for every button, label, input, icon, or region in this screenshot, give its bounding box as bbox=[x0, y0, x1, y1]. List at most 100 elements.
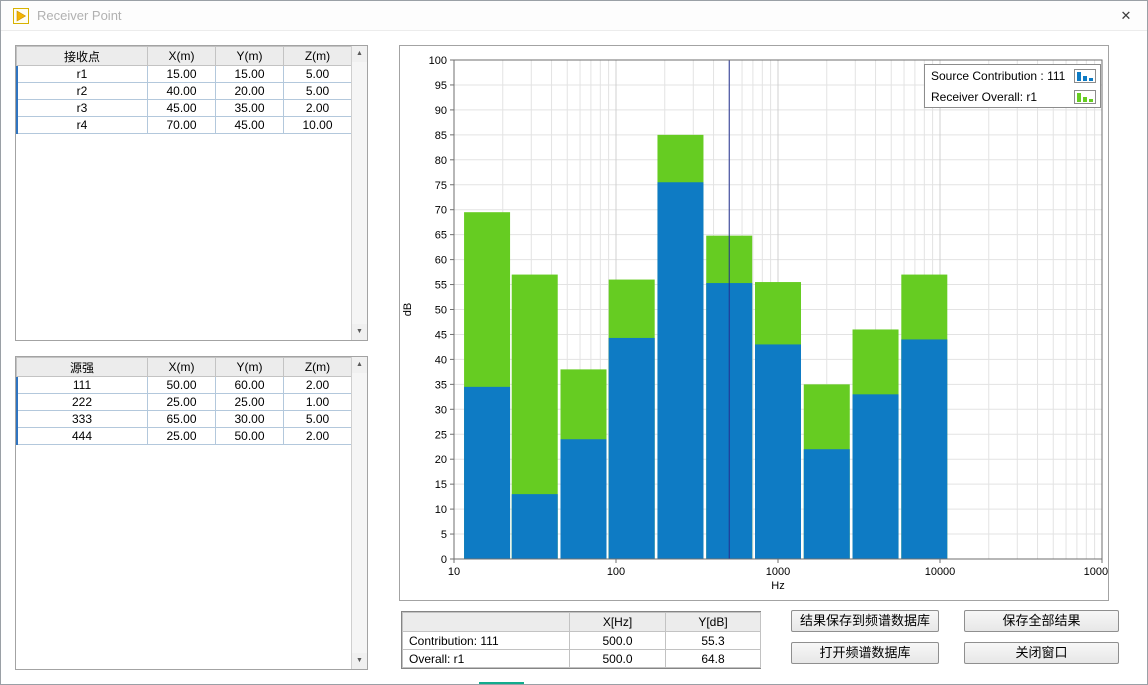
cell: Contribution: 111 bbox=[403, 632, 570, 650]
cell[interactable]: 2.00 bbox=[284, 428, 352, 445]
scrollbar-track[interactable] bbox=[352, 373, 367, 653]
cell[interactable]: 30.00 bbox=[216, 411, 284, 428]
spectrum-chart-plot[interactable]: 0510152025303540455055606570758085909510… bbox=[400, 46, 1108, 600]
cell[interactable]: 40.00 bbox=[148, 83, 216, 100]
scroll-up-icon[interactable]: ▲ bbox=[352, 357, 367, 373]
save-to-spectrum-db-button[interactable]: 结果保存到频谱数据库 bbox=[791, 610, 939, 632]
cell[interactable]: 25.00 bbox=[148, 428, 216, 445]
cell[interactable]: r2 bbox=[17, 83, 148, 100]
cell[interactable]: 20.00 bbox=[216, 83, 284, 100]
scroll-up-icon[interactable]: ▲ bbox=[352, 46, 367, 62]
scrollbar-track[interactable] bbox=[352, 62, 367, 324]
svg-text:65: 65 bbox=[435, 230, 447, 242]
scroll-down-icon[interactable]: ▼ bbox=[352, 324, 367, 340]
legend-label: Receiver Overall: r1 bbox=[931, 90, 1037, 104]
receiver-points-panel: 接收点X(m)Y(m)Z(m) r115.0015.005.00r240.002… bbox=[15, 45, 368, 341]
cell[interactable]: r4 bbox=[17, 117, 148, 134]
cell: 500.0 bbox=[570, 650, 666, 668]
legend-item[interactable]: Receiver Overall: r1 bbox=[925, 86, 1100, 107]
cell[interactable]: 70.00 bbox=[148, 117, 216, 134]
column-header: 源强 bbox=[17, 358, 148, 377]
cell[interactable]: 5.00 bbox=[284, 411, 352, 428]
cell[interactable]: 111 bbox=[17, 377, 148, 394]
cell: 55.3 bbox=[666, 632, 761, 650]
column-header: X(m) bbox=[148, 47, 216, 66]
svg-text:25: 25 bbox=[435, 429, 447, 441]
svg-text:100: 100 bbox=[607, 566, 625, 578]
cell[interactable]: 1.00 bbox=[284, 394, 352, 411]
table-row: r240.0020.005.00 bbox=[17, 83, 352, 100]
column-header: 接收点 bbox=[17, 47, 148, 66]
cell: 500.0 bbox=[570, 632, 666, 650]
cell[interactable]: 222 bbox=[17, 394, 148, 411]
svg-text:40: 40 bbox=[435, 354, 447, 366]
window-title: Receiver Point bbox=[37, 8, 122, 23]
cursor-readout-table: X[Hz]Y[dB] Contribution: 111500.055.3Ove… bbox=[401, 611, 761, 669]
table-row: 22225.0025.001.00 bbox=[17, 394, 352, 411]
cell[interactable]: 60.00 bbox=[216, 377, 284, 394]
svg-text:70: 70 bbox=[435, 205, 447, 217]
mini-bar-chart-icon[interactable] bbox=[1074, 69, 1096, 83]
title-bar: Receiver Point ✕ bbox=[1, 1, 1147, 31]
cell[interactable]: 50.00 bbox=[148, 377, 216, 394]
chart-legend[interactable]: Source Contribution : 111 Receiver Overal… bbox=[924, 64, 1101, 108]
column-header: Z(m) bbox=[284, 47, 352, 66]
column-header: Y(m) bbox=[216, 47, 284, 66]
cell[interactable]: 25.00 bbox=[216, 394, 284, 411]
open-spectrum-db-button[interactable]: 打开频谱数据库 bbox=[791, 642, 939, 664]
column-header: Y[dB] bbox=[666, 613, 761, 632]
cell[interactable]: 35.00 bbox=[216, 100, 284, 117]
cell: 64.8 bbox=[666, 650, 761, 668]
scrollbar[interactable]: ▲ ▼ bbox=[351, 46, 367, 340]
close-window-button[interactable]: 关闭窗口 bbox=[964, 642, 1119, 664]
scroll-down-icon[interactable]: ▼ bbox=[352, 653, 367, 669]
legend-label: Source Contribution : 111 bbox=[931, 69, 1065, 83]
legend-item[interactable]: Source Contribution : 111 bbox=[925, 65, 1100, 86]
close-icon[interactable]: ✕ bbox=[1113, 4, 1139, 28]
cell[interactable]: 333 bbox=[17, 411, 148, 428]
table-row: Contribution: 111500.055.3 bbox=[403, 632, 761, 650]
svg-text:Hz: Hz bbox=[771, 580, 784, 592]
cell[interactable]: r1 bbox=[17, 66, 148, 83]
table-row: r115.0015.005.00 bbox=[17, 66, 352, 83]
cell[interactable]: 45.00 bbox=[148, 100, 216, 117]
svg-text:85: 85 bbox=[435, 130, 447, 142]
svg-text:50: 50 bbox=[435, 305, 447, 317]
cell[interactable]: 15.00 bbox=[216, 66, 284, 83]
column-header: Z(m) bbox=[284, 358, 352, 377]
svg-text:15: 15 bbox=[435, 479, 447, 491]
cursor-values: X[Hz]Y[dB] Contribution: 111500.055.3Ove… bbox=[402, 612, 761, 668]
svg-text:10: 10 bbox=[448, 566, 460, 578]
save-all-results-button[interactable]: 保存全部结果 bbox=[964, 610, 1119, 632]
cell[interactable]: 65.00 bbox=[148, 411, 216, 428]
column-header: X[Hz] bbox=[570, 613, 666, 632]
source-strength-panel: 源强X(m)Y(m)Z(m) 11150.0060.002.0022225.00… bbox=[15, 356, 368, 670]
mini-bar-chart-icon[interactable] bbox=[1074, 90, 1096, 104]
svg-text:60: 60 bbox=[435, 255, 447, 267]
cell[interactable]: 2.00 bbox=[284, 377, 352, 394]
svg-text:95: 95 bbox=[435, 80, 447, 92]
cell[interactable]: 25.00 bbox=[148, 394, 216, 411]
cell[interactable]: 5.00 bbox=[284, 66, 352, 83]
table-row: 11150.0060.002.00 bbox=[17, 377, 352, 394]
cell: Overall: r1 bbox=[403, 650, 570, 668]
column-header: X(m) bbox=[148, 358, 216, 377]
cell[interactable]: r3 bbox=[17, 100, 148, 117]
cell[interactable]: 45.00 bbox=[216, 117, 284, 134]
table-header-row: X[Hz]Y[dB] bbox=[403, 613, 761, 632]
svg-text:80: 80 bbox=[435, 155, 447, 167]
svg-text:30: 30 bbox=[435, 404, 447, 416]
cell[interactable]: 50.00 bbox=[216, 428, 284, 445]
labview-app-icon bbox=[13, 8, 29, 24]
scrollbar[interactable]: ▲ ▼ bbox=[351, 357, 367, 669]
table-header-row: 源强X(m)Y(m)Z(m) bbox=[17, 358, 352, 377]
cell[interactable]: 10.00 bbox=[284, 117, 352, 134]
cell[interactable]: 444 bbox=[17, 428, 148, 445]
table-row: r470.0045.0010.00 bbox=[17, 117, 352, 134]
cell[interactable]: 2.00 bbox=[284, 100, 352, 117]
cell[interactable]: 5.00 bbox=[284, 83, 352, 100]
svg-text:10: 10 bbox=[435, 504, 447, 516]
cell[interactable]: 15.00 bbox=[148, 66, 216, 83]
table-row: Overall: r1500.064.8 bbox=[403, 650, 761, 668]
selection-indicator bbox=[16, 66, 18, 134]
